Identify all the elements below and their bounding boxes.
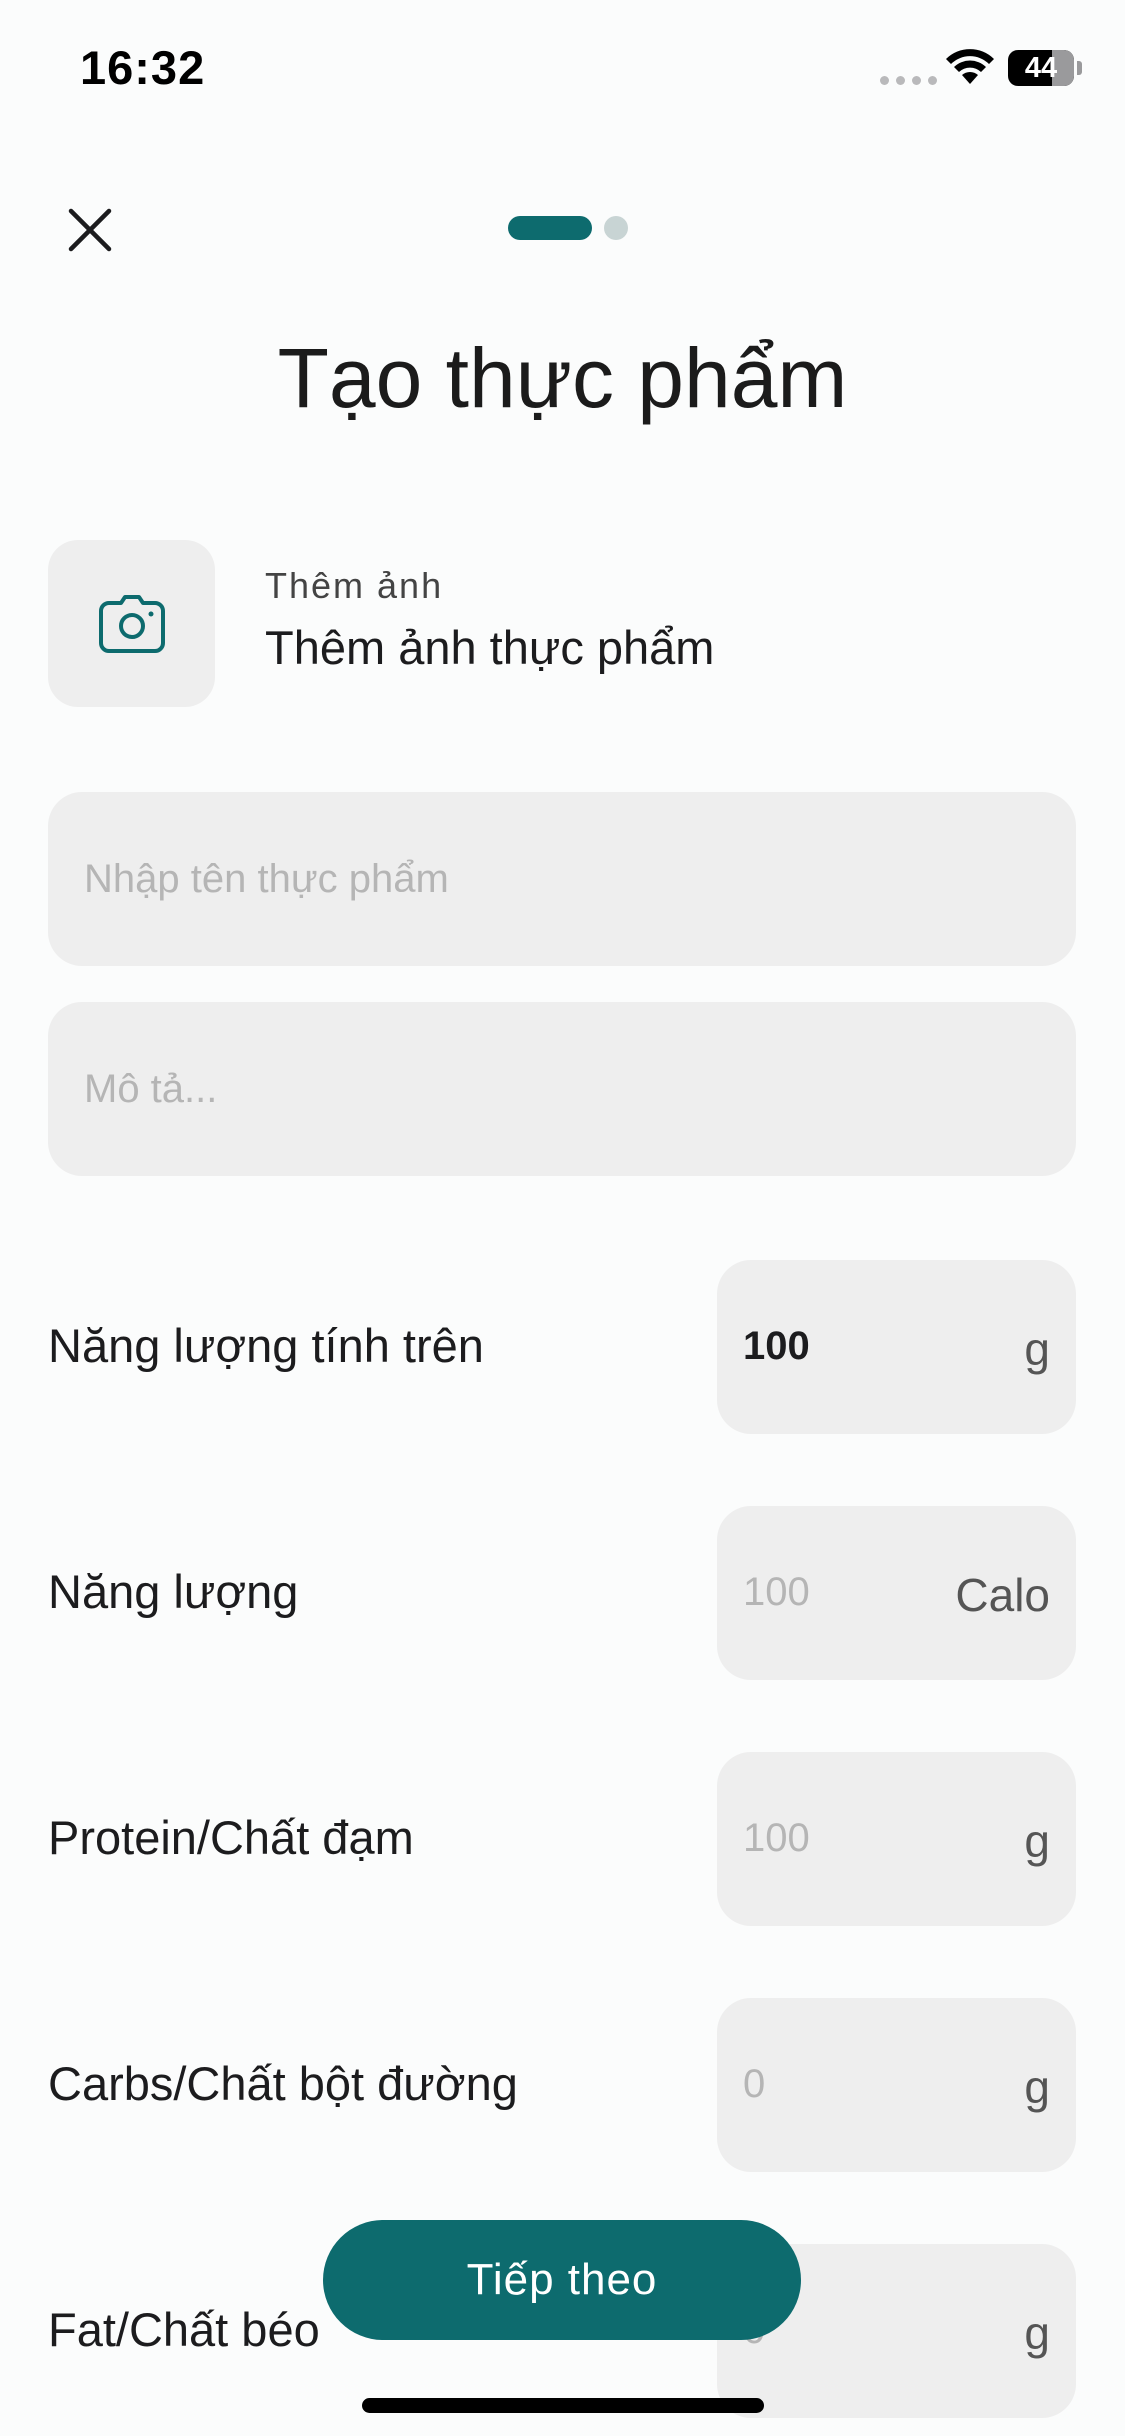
close-button[interactable] (60, 200, 120, 260)
food-name-field[interactable] (48, 792, 1076, 966)
photo-caption: Thêm ảnh (265, 565, 444, 606)
step-indicator (508, 216, 628, 240)
battery-icon: 44 (1008, 50, 1074, 86)
carbs-label: Carbs/Chất bột đường (48, 2057, 518, 2110)
protein-input[interactable]: 100 g (717, 1752, 1076, 1926)
wifi-icon (946, 49, 994, 84)
status-bar: 16:32 44 (0, 0, 1125, 140)
serving-base-unit: g (1024, 1323, 1050, 1375)
battery-cap (1077, 61, 1082, 75)
serving-base-value: 100 (743, 1324, 810, 1368)
add-photo-button[interactable] (48, 540, 215, 707)
carbs-input[interactable]: 0 g (717, 1998, 1076, 2172)
carbs-value: 0 (743, 2062, 766, 2106)
energy-value: 100 (743, 1570, 810, 1614)
energy-unit: Calo (955, 1569, 1050, 1621)
camera-icon (98, 594, 165, 653)
protein-label: Protein/Chất đạm (48, 1811, 414, 1864)
fat-unit: g (1024, 2307, 1050, 2359)
page-title: Tạo thực phẩm (277, 331, 848, 425)
serving-base-input[interactable]: 100 g (717, 1260, 1076, 1434)
close-icon (68, 208, 112, 252)
description-input[interactable] (84, 1066, 1076, 1112)
cellular-signal-icon (880, 76, 937, 85)
serving-base-label: Năng lượng tính trên (48, 1319, 484, 1372)
description-field[interactable] (48, 1002, 1076, 1176)
next-button[interactable]: Tiếp theo (323, 2220, 801, 2340)
protein-unit: g (1024, 1815, 1050, 1867)
step-dot-inactive (604, 216, 628, 240)
protein-value: 100 (743, 1816, 810, 1860)
food-name-input[interactable] (84, 856, 1076, 902)
photo-label[interactable]: Thêm ảnh thực phẩm (265, 620, 714, 675)
carbs-unit: g (1024, 2061, 1050, 2113)
energy-label: Năng lượng (48, 1565, 299, 1618)
energy-input[interactable]: 100 Calo (717, 1506, 1076, 1680)
battery-level: 44 (1024, 52, 1058, 84)
step-dot-active (508, 216, 592, 240)
fat-label: Fat/Chất béo (48, 2303, 320, 2356)
home-indicator (362, 2398, 764, 2413)
status-time: 16:32 (80, 41, 206, 94)
